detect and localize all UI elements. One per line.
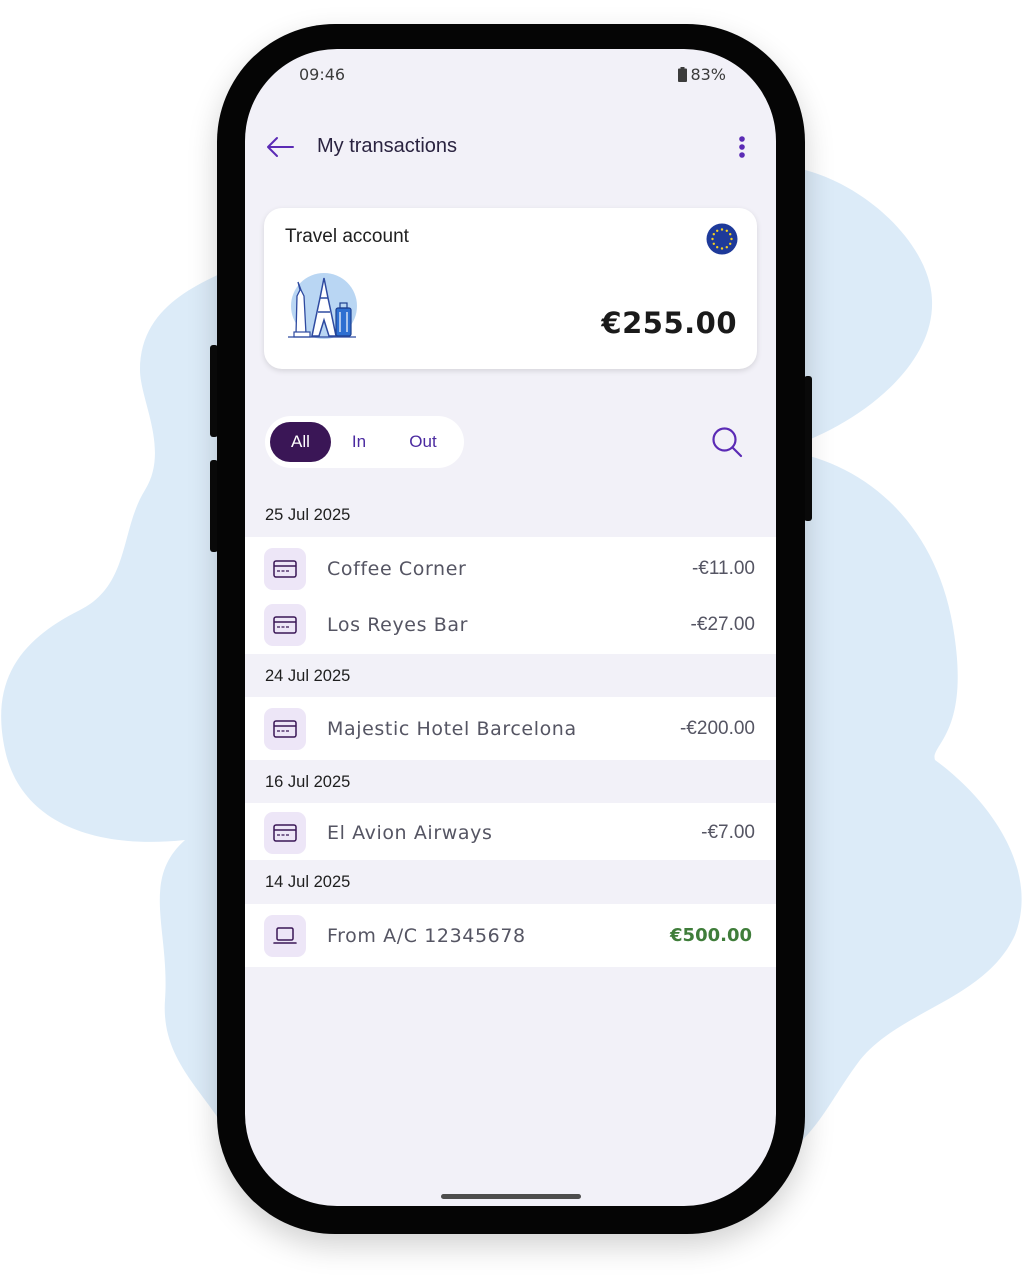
date-header: 24 Jul 2025 (265, 667, 351, 685)
date-header: 14 Jul 2025 (265, 873, 351, 891)
transaction-row[interactable]: Majestic Hotel Barcelona -€200.00 (245, 700, 776, 756)
transaction-name: Los Reyes Bar (327, 614, 469, 636)
transaction-group: El Avion Airways -€7.00 (245, 803, 776, 860)
status-battery: 83% (678, 65, 726, 84)
transaction-name: From A/C 12345678 (327, 925, 526, 947)
travel-illustration (288, 273, 357, 339)
status-bar: 09:46 83% (245, 63, 776, 87)
transaction-group: Majestic Hotel Barcelona -€200.00 (245, 697, 776, 760)
card-icon (264, 812, 306, 854)
transaction-row[interactable]: From A/C 12345678 €500.00 (245, 907, 776, 963)
transaction-row[interactable]: Los Reyes Bar -€27.00 (245, 596, 776, 652)
transaction-filter: All In Out (265, 416, 464, 468)
search-icon[interactable] (710, 425, 744, 459)
transaction-amount: €500.00 (670, 925, 752, 946)
transaction-name: Majestic Hotel Barcelona (327, 718, 577, 740)
power-button (804, 376, 812, 521)
transaction-amount: -€7.00 (701, 822, 755, 843)
transaction-row[interactable]: El Avion Airways -€7.00 (245, 804, 776, 860)
filter-in-chip[interactable]: In (335, 422, 383, 462)
app-bar: My transactions (245, 127, 776, 167)
account-card[interactable]: Travel account €255.00 (264, 208, 757, 369)
card-icon (264, 708, 306, 750)
transaction-amount: -€27.00 (690, 614, 755, 635)
account-balance: €255.00 (601, 306, 737, 340)
transaction-group: Coffee Corner -€11.00 Los Reyes Bar -€27… (245, 537, 776, 654)
filter-out-chip[interactable]: Out (393, 422, 453, 462)
card-icon (264, 604, 306, 646)
filter-all-chip[interactable]: All (270, 422, 331, 462)
status-time: 09:46 (299, 65, 346, 84)
page-title: My transactions (317, 135, 458, 157)
transaction-group: From A/C 12345678 €500.00 (245, 904, 776, 967)
date-header: 25 Jul 2025 (265, 506, 351, 524)
eu-flag-icon (706, 223, 738, 255)
card-icon (264, 548, 306, 590)
transaction-amount: -€200.00 (679, 718, 755, 739)
transaction-row[interactable]: Coffee Corner -€11.00 (245, 540, 776, 596)
transaction-amount: -€11.00 (691, 558, 755, 579)
laptop-icon (264, 915, 306, 957)
battery-icon (678, 67, 688, 82)
phone-screen: 09:46 83% My transactions Travel account (245, 49, 776, 1206)
account-name: Travel account (285, 226, 409, 247)
date-header: 16 Jul 2025 (265, 773, 351, 791)
battery-percent: 83% (690, 65, 726, 84)
back-arrow-icon[interactable] (263, 131, 299, 163)
more-options-icon[interactable] (730, 131, 754, 163)
home-indicator[interactable] (441, 1194, 581, 1199)
transaction-name: El Avion Airways (327, 822, 493, 844)
transaction-name: Coffee Corner (327, 558, 467, 580)
